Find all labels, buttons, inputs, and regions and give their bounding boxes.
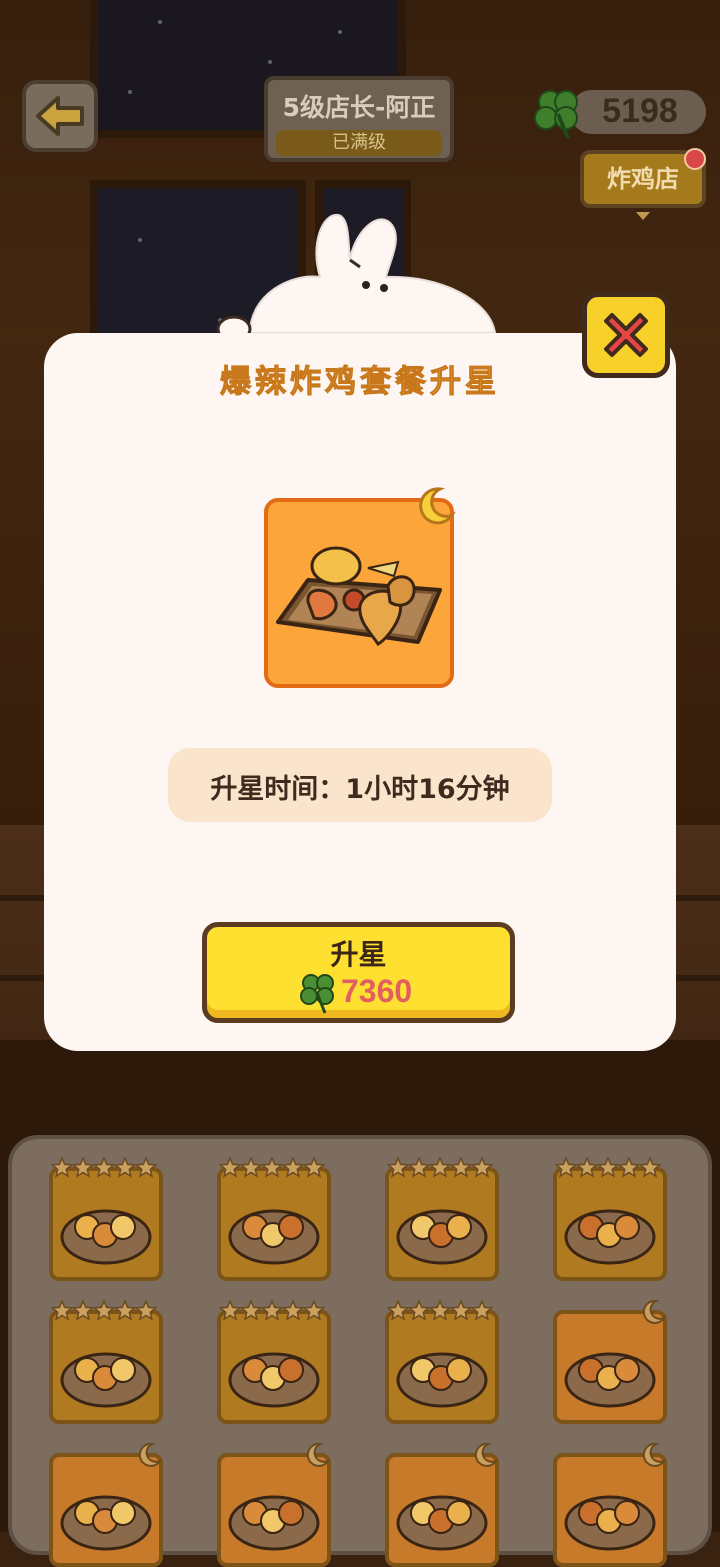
star-icon [387,1157,410,1178]
shop-select-button[interactable]: 炸鸡店 [580,148,706,208]
recipe-card[interactable] [49,1453,163,1567]
star-icon [260,1157,284,1178]
moon-badge-icon [138,1442,163,1467]
salad-chicken-icon [564,1495,656,1551]
chicken-nachos-icon [396,1209,488,1265]
star-icon [302,1157,326,1178]
star-icon [407,1157,431,1178]
moon-badge-icon [642,1299,667,1324]
clover-icon [300,974,334,1014]
recipe-card[interactable] [49,1167,163,1281]
recipe-card[interactable] [553,1167,667,1281]
bunny-mascot [216,213,497,343]
chicken-nuggets-board-icon [60,1352,152,1408]
star-rating-icon [51,1157,158,1178]
recipe-card[interactable] [553,1310,667,1424]
star-rating-icon [51,1300,158,1321]
star-icon [449,1300,473,1321]
recipe-card[interactable] [217,1310,331,1424]
level-status-badge: 已满级 [276,130,442,156]
star-rating-icon [219,1157,326,1178]
star-icon [387,1300,410,1321]
star-icon [470,1300,494,1321]
chicken-popcorn-icon [60,1495,152,1551]
recipe-card[interactable] [385,1310,499,1424]
star-icon [71,1157,95,1178]
chicken-bucket-icon [228,1209,320,1265]
clover-counter: 5198 [530,86,708,139]
star-rating-icon [387,1300,494,1321]
star-icon [92,1300,116,1321]
recipe-card[interactable] [217,1167,331,1281]
moon-badge-icon [419,487,456,525]
star-rating-icon [387,1157,494,1178]
star-icon [428,1300,452,1321]
star-icon [617,1157,641,1178]
star-icon [239,1157,263,1178]
star-icon [281,1157,305,1178]
star-rating-icon [219,1300,326,1321]
star-icon [260,1300,284,1321]
upgrade-time-label: 升星时间：1小时16分钟 [210,774,510,805]
recipe-card[interactable] [553,1453,667,1567]
moon-badge-icon [306,1442,331,1467]
recipe-card[interactable] [385,1167,499,1281]
star-icon [113,1157,137,1178]
spicy-wings-icon [564,1352,656,1408]
star-icon [219,1300,242,1321]
close-button[interactable] [582,292,670,378]
close-icon [604,313,648,357]
upgrade-star-button[interactable]: 升星 7360 [202,922,515,1023]
upgrade-time-panel: 升星时间：1小时16分钟 [168,748,552,822]
star-icon [92,1157,116,1178]
moon-badge-icon [474,1442,499,1467]
fried-chicken-tray-icon [60,1209,152,1265]
star-icon [302,1300,326,1321]
recipe-card[interactable] [385,1453,499,1567]
dialog-title: 爆辣炸鸡套餐升星 [220,364,500,401]
star-icon [596,1157,620,1178]
notification-dot [684,148,706,170]
chicken-rings-plate-icon [228,1352,320,1408]
shop-level-title: 5级店长-阿正 [282,93,436,122]
moon-badge-icon [642,1442,667,1467]
star-icon [449,1157,473,1178]
star-icon [71,1300,95,1321]
star-icon [113,1300,137,1321]
upgrade-cost: 7360 [341,973,413,1009]
shop-level-plate: 5级店长-阿正 已满级 [264,76,454,162]
star-icon [134,1157,158,1178]
recipe-card[interactable] [49,1310,163,1424]
star-icon [575,1157,599,1178]
clover-count: 5198 [602,92,678,130]
back-button[interactable] [22,80,98,152]
drumsticks-plate-icon [396,1495,488,1551]
star-rating-icon [555,1157,662,1178]
shop-button-label: 炸鸡店 [607,165,679,193]
star-icon [407,1300,431,1321]
recipe-card[interactable] [217,1453,331,1567]
chicken-strips-icon [396,1352,488,1408]
clover-icon [534,90,578,139]
fried-chicken-meal-icon [276,546,442,646]
star-icon [555,1157,578,1178]
back-arrow-icon [36,96,84,136]
star-icon [51,1157,74,1178]
star-icon [470,1157,494,1178]
fries-box-icon [228,1495,320,1551]
chicken-burger-icon [564,1209,656,1265]
star-icon [281,1300,305,1321]
upgrade-button-label: 升星 [330,938,387,971]
star-icon [239,1300,263,1321]
star-icon [219,1157,242,1178]
star-icon [428,1157,452,1178]
chevron-down-icon [636,212,650,220]
star-icon [51,1300,74,1321]
star-icon [134,1300,158,1321]
star-icon [638,1157,662,1178]
